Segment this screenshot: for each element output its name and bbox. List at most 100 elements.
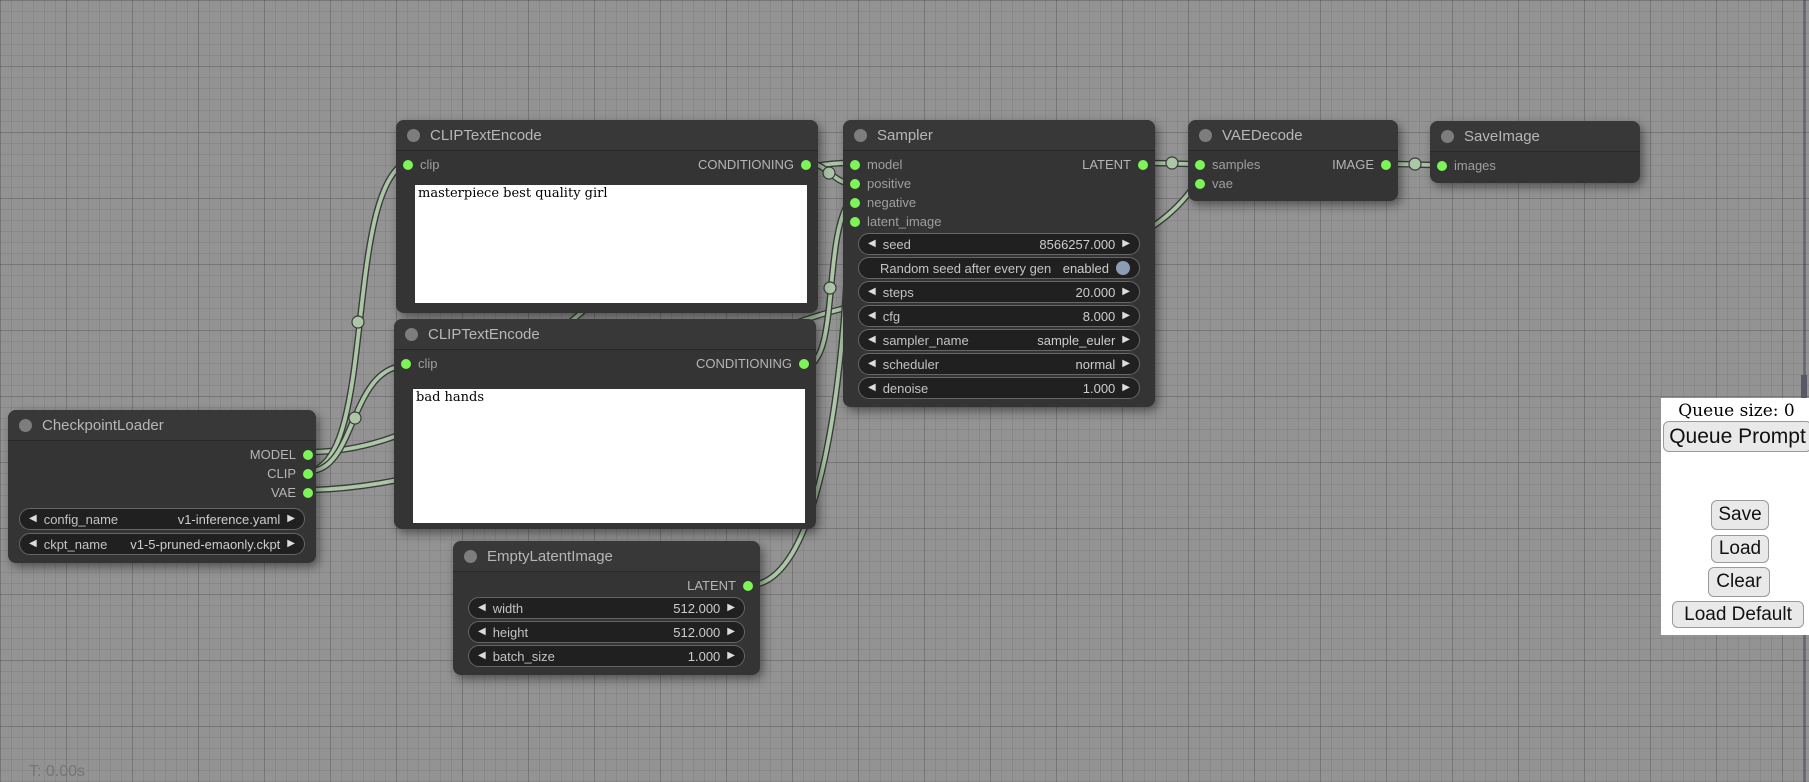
node-titlebar[interactable]: SaveImage xyxy=(1430,121,1640,152)
arrow-right-icon[interactable]: ▶ xyxy=(727,603,735,613)
widget-label: Random seed after every gen xyxy=(880,261,1051,276)
arrow-left-icon[interactable]: ◀ xyxy=(478,603,486,613)
port-samples-input[interactable] xyxy=(1195,160,1205,170)
load-button[interactable]: Load xyxy=(1711,535,1769,563)
arrow-left-icon[interactable]: ◀ xyxy=(29,539,37,549)
widget-label: config_name xyxy=(44,512,162,527)
widget-cfg[interactable]: ◀ cfg 8.000 ▶ xyxy=(858,305,1140,327)
node-save-image[interactable]: SaveImage images xyxy=(1430,121,1640,183)
arrow-left-icon[interactable]: ◀ xyxy=(868,383,876,393)
node-clip-text-encode-negative[interactable]: CLIPTextEncode clip CONDITIONING bad han… xyxy=(394,319,816,529)
arrow-left-icon[interactable]: ◀ xyxy=(868,335,876,345)
node-titlebar[interactable]: EmptyLatentImage xyxy=(453,541,760,572)
widget-label: steps xyxy=(883,285,999,300)
port-vae-output[interactable] xyxy=(303,488,313,498)
slot-row: vae xyxy=(1188,174,1398,193)
widget-seed[interactable]: ◀ seed 8566257.000 ▶ xyxy=(858,233,1140,255)
port-image-output[interactable] xyxy=(1381,160,1391,170)
widget-config-name[interactable]: ◀ config_name v1-inference.yaml ▶ xyxy=(19,508,305,530)
port-model-input[interactable] xyxy=(850,160,860,170)
arrow-right-icon[interactable]: ▶ xyxy=(1122,239,1130,249)
node-collapse-dot-icon[interactable] xyxy=(407,129,420,142)
widget-steps[interactable]: ◀ steps 20.000 ▶ xyxy=(858,281,1140,303)
node-titlebar[interactable]: VAEDecode xyxy=(1188,120,1398,151)
scrollbar-thumb[interactable] xyxy=(1801,375,1807,398)
port-latent-output[interactable] xyxy=(743,581,753,591)
arrow-left-icon[interactable]: ◀ xyxy=(868,239,876,249)
slot-row: samples IMAGE xyxy=(1188,155,1398,174)
widget-denoise[interactable]: ◀ denoise 1.000 ▶ xyxy=(858,377,1140,399)
arrow-left-icon[interactable]: ◀ xyxy=(29,514,37,524)
positive-prompt-textarea[interactable]: masterpiece best quality girl xyxy=(415,185,807,303)
slot-row: positive xyxy=(843,174,1155,193)
arrow-right-icon[interactable]: ▶ xyxy=(1122,287,1130,297)
widget-width[interactable]: ◀ width 512.000 ▶ xyxy=(468,597,745,619)
arrow-left-icon[interactable]: ◀ xyxy=(868,359,876,369)
arrow-right-icon[interactable]: ▶ xyxy=(1122,311,1130,321)
node-title-text: VAEDecode xyxy=(1222,127,1303,144)
port-negative-input[interactable] xyxy=(850,198,860,208)
node-clip-text-encode-positive[interactable]: CLIPTextEncode clip CONDITIONING masterp… xyxy=(396,120,818,313)
widget-scheduler[interactable]: ◀ scheduler normal ▶ xyxy=(858,353,1140,375)
node-titlebar[interactable]: CLIPTextEncode xyxy=(396,120,818,151)
widget-batch-size[interactable]: ◀ batch_size 1.000 ▶ xyxy=(468,645,745,667)
clear-button[interactable]: Clear xyxy=(1708,567,1770,597)
queue-size-label: Queue size: 0 xyxy=(1661,401,1809,421)
node-titlebar[interactable]: Sampler xyxy=(843,120,1155,151)
toggle-dot-icon[interactable] xyxy=(1116,261,1130,275)
negative-prompt-textarea[interactable]: bad hands xyxy=(413,389,805,523)
widget-random-seed-toggle[interactable]: Random seed after every gen enabled xyxy=(858,257,1140,279)
node-collapse-dot-icon[interactable] xyxy=(405,328,418,341)
arrow-left-icon[interactable]: ◀ xyxy=(868,287,876,297)
node-titlebar[interactable]: CLIPTextEncode xyxy=(394,319,816,350)
port-clip-input[interactable] xyxy=(403,160,413,170)
node-collapse-dot-icon[interactable] xyxy=(464,550,477,563)
port-positive-input[interactable] xyxy=(850,179,860,189)
widget-value: enabled xyxy=(1051,261,1109,276)
arrow-right-icon[interactable]: ▶ xyxy=(727,627,735,637)
node-collapse-dot-icon[interactable] xyxy=(19,419,32,432)
port-conditioning-output[interactable] xyxy=(801,160,811,170)
input-label-positive: positive xyxy=(867,176,911,191)
arrow-left-icon[interactable]: ◀ xyxy=(478,651,486,661)
output-row-latent: LATENT xyxy=(453,576,760,595)
widget-value: 512.000 xyxy=(607,625,721,640)
port-clip-input[interactable] xyxy=(401,359,411,369)
arrow-right-icon[interactable]: ▶ xyxy=(1122,335,1130,345)
arrow-right-icon[interactable]: ▶ xyxy=(287,539,295,549)
node-sampler[interactable]: Sampler model LATENT positive negative l… xyxy=(843,120,1155,407)
port-model-output[interactable] xyxy=(303,450,313,460)
node-collapse-dot-icon[interactable] xyxy=(854,129,867,142)
arrow-right-icon[interactable]: ▶ xyxy=(287,514,295,524)
port-conditioning-output[interactable] xyxy=(799,359,809,369)
arrow-left-icon[interactable]: ◀ xyxy=(868,311,876,321)
port-latent-output[interactable] xyxy=(1138,160,1148,170)
port-images-input[interactable] xyxy=(1437,161,1447,171)
node-title-text: Sampler xyxy=(877,127,933,144)
node-collapse-dot-icon[interactable] xyxy=(1199,129,1212,142)
input-label-model: model xyxy=(867,157,902,172)
output-label-latent: LATENT xyxy=(1082,157,1131,172)
output-label-conditioning: CONDITIONING xyxy=(698,157,794,172)
arrow-right-icon[interactable]: ▶ xyxy=(1122,383,1130,393)
output-label-image: IMAGE xyxy=(1332,157,1374,172)
output-row-vae: VAE xyxy=(8,483,316,502)
queue-prompt-button[interactable]: Queue Prompt xyxy=(1663,421,1809,452)
node-vae-decode[interactable]: VAEDecode samples IMAGE vae xyxy=(1188,120,1398,201)
load-default-button[interactable]: Load Default xyxy=(1672,601,1804,628)
port-vae-input[interactable] xyxy=(1195,179,1205,189)
widget-ckpt-name[interactable]: ◀ ckpt_name v1-5-pruned-emaonly.ckpt ▶ xyxy=(19,533,305,555)
arrow-right-icon[interactable]: ▶ xyxy=(727,651,735,661)
widget-sampler-name[interactable]: ◀ sampler_name sample_euler ▶ xyxy=(858,329,1140,351)
node-titlebar[interactable]: CheckpointLoader xyxy=(8,410,316,441)
arrow-right-icon[interactable]: ▶ xyxy=(1122,359,1130,369)
save-button[interactable]: Save xyxy=(1711,500,1769,530)
node-empty-latent-image[interactable]: EmptyLatentImage LATENT ◀ width 512.000 … xyxy=(453,541,760,675)
port-clip-output[interactable] xyxy=(303,469,313,479)
canvas-timing-stats: T: 0.00s xyxy=(29,763,85,781)
node-collapse-dot-icon[interactable] xyxy=(1441,130,1454,143)
arrow-left-icon[interactable]: ◀ xyxy=(478,627,486,637)
node-checkpoint-loader[interactable]: CheckpointLoader MODEL CLIP VAE ◀ config… xyxy=(8,410,316,563)
widget-height[interactable]: ◀ height 512.000 ▶ xyxy=(468,621,745,643)
port-latent-image-input[interactable] xyxy=(850,217,860,227)
